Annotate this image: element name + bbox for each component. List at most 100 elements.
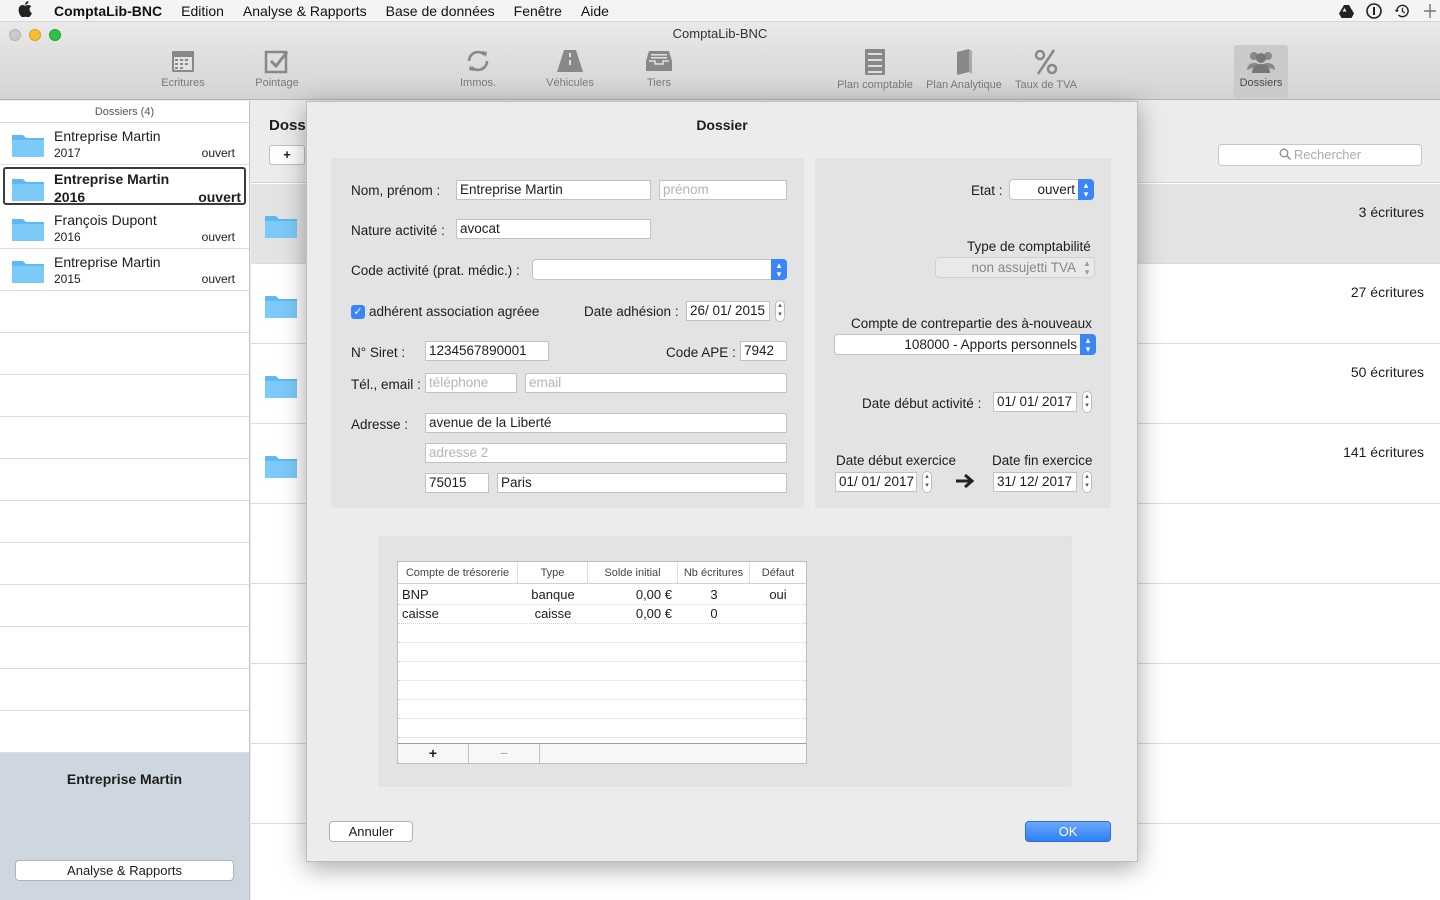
table-header[interactable]: Nb écritures — [678, 562, 750, 584]
menu-app-name[interactable]: ComptaLib-BNC — [54, 3, 162, 19]
cancel-button[interactable]: Annuler — [329, 821, 413, 842]
email-field[interactable]: email — [525, 373, 787, 393]
telephone-field[interactable]: téléphone — [425, 373, 517, 393]
menu-edition[interactable]: Edition — [181, 3, 224, 19]
status-icons — [1338, 0, 1440, 22]
date-adhesion-field[interactable]: 26/ 01/ 2015 — [686, 301, 770, 321]
adresse-label: Adresse : — [351, 417, 409, 432]
selected-dossier-name: Entreprise Martin — [66, 771, 183, 787]
sidebar-item-year: 2016 — [54, 230, 81, 244]
sidebar-detail-panel: Entreprise Martin Analyse & Rapports — [0, 753, 249, 900]
inbox-icon — [646, 51, 672, 71]
toolbar-plan-comptable-label: Plan comptable — [837, 79, 913, 91]
table-cell: 0,00 € — [635, 587, 672, 602]
date-debut-activite-stepper[interactable]: ▴ ▾ — [1082, 391, 1092, 413]
toolbar-tiers[interactable]: Tiers — [636, 48, 682, 96]
toolbar-immos[interactable]: Immos. — [452, 48, 504, 96]
adherent-checkbox[interactable]: ✓ — [351, 305, 365, 319]
date-debut-exercice-stepper[interactable]: ▴ ▾ — [922, 471, 932, 493]
sidebar-empty-row — [0, 669, 249, 711]
toolbar-plan-analytique[interactable]: Plan Analytique — [922, 48, 1006, 96]
table-header[interactable]: Solde initial — [588, 562, 678, 584]
sidebar-empty-row — [0, 543, 249, 585]
adresse1-field[interactable]: avenue de la Liberté — [425, 413, 787, 433]
date-fin-exercice-label: Date fin exercice — [992, 453, 1093, 468]
ecritures-count: 27 écritures — [1350, 284, 1424, 300]
siret-field[interactable]: 1234567890001 — [425, 341, 549, 361]
table-header[interactable]: Type — [518, 562, 588, 584]
time-machine-icon[interactable] — [1394, 3, 1410, 19]
type-comptabilite-label: Type de comptabilité — [967, 239, 1091, 254]
menu-analyse-rapports[interactable]: Analyse & Rapports — [243, 3, 367, 19]
folder-icon — [265, 216, 297, 238]
table-gridline — [398, 699, 806, 700]
date-fin-exercice-field[interactable]: 31/ 12/ 2017 — [993, 472, 1077, 492]
toolbar-taux-tva[interactable]: Taux de TVA — [1011, 48, 1081, 96]
table-header[interactable]: Compte de trésorerie — [398, 562, 518, 584]
apple-icon[interactable] — [18, 0, 40, 21]
toolbar-plan-comptable[interactable]: Plan comptable — [833, 48, 917, 96]
chevron-updown-icon: ▴ ▾ — [1080, 334, 1096, 355]
date-adhesion-label: Date adhésion : — [584, 304, 679, 319]
table-gridline — [398, 623, 806, 624]
date-fin-exercice-stepper[interactable]: ▴ ▾ — [1082, 471, 1092, 493]
password-manager-icon[interactable] — [1366, 3, 1382, 19]
code-activite-select[interactable]: ▴ ▾ — [532, 259, 787, 280]
nature-activite-field[interactable]: avocat — [456, 219, 651, 239]
search-field[interactable]: Rechercher — [1218, 144, 1422, 166]
toolbar-vehicules[interactable]: Véhicules — [540, 48, 600, 96]
code-postal-field[interactable]: 75015 — [425, 473, 489, 493]
toolbar-pointage[interactable]: Pointage — [251, 48, 303, 96]
sidebar-item-dossier-selected[interactable]: Entreprise Martin 2016 ouvert — [3, 167, 246, 205]
table-cell: 0,00 € — [635, 606, 672, 621]
folder-icon — [265, 376, 297, 398]
date-debut-exercice-field[interactable]: 01/ 01/ 2017 — [835, 472, 917, 492]
analyse-rapports-button[interactable]: Analyse & Rapports — [15, 860, 234, 881]
code-ape-label: Code APE : — [666, 345, 736, 360]
type-comptabilite-value: non assujetti TVA — [971, 260, 1076, 275]
date-adhesion-stepper[interactable]: ▴ ▾ — [775, 300, 785, 322]
nom-field[interactable]: Entreprise Martin — [456, 180, 651, 200]
sidebar-item-dossier[interactable]: Entreprise Martin 2015 ouvert — [0, 249, 249, 291]
sidebar-item-status: ouvert — [201, 230, 235, 244]
tresorerie-table: Compte de trésorerie Type Solde initial … — [397, 561, 807, 764]
drive-icon[interactable] — [1338, 3, 1354, 19]
ville-field[interactable]: Paris — [497, 473, 787, 493]
ok-button[interactable]: OK — [1025, 821, 1111, 842]
sidebar-item-name: François Dupont — [54, 212, 157, 228]
sidebar-header: Dossiers (4) — [0, 101, 249, 123]
toolbar-dossiers[interactable]: Dossiers — [1234, 45, 1288, 98]
etat-select[interactable]: ouvert ▴ ▾ — [1009, 179, 1094, 200]
adresse2-field[interactable]: adresse 2 — [425, 443, 787, 463]
menu-fenetre[interactable]: Fenêtre — [514, 3, 562, 19]
add-dossier-button[interactable]: + — [269, 145, 305, 165]
type-comptabilite-select[interactable]: non assujetti TVA ▴ ▾ — [935, 257, 1095, 278]
sidebar-item-dossier[interactable]: Entreprise Martin 2017 ouvert — [0, 123, 249, 165]
window-toolbar: ComptaLib-BNC Ecritures Pointage Immos. … — [0, 22, 1440, 100]
remove-compte-button[interactable]: − — [469, 744, 540, 763]
adherent-label: adhérent association agréee — [369, 304, 540, 319]
code-ape-field[interactable]: 7942 — [740, 341, 787, 361]
menu-aide[interactable]: Aide — [581, 3, 609, 19]
folder-icon — [265, 296, 297, 318]
sidebar-item-year: 2015 — [54, 272, 81, 286]
nom-label: Nom, prénom : — [351, 183, 441, 198]
date-debut-activite-field[interactable]: 01/ 01/ 2017 — [993, 392, 1077, 412]
ecritures-count: 3 écritures — [1358, 204, 1424, 220]
sidebar-item-dossier[interactable]: François Dupont 2016 ouvert — [0, 207, 249, 249]
toolbar-ecritures-label: Ecritures — [161, 77, 205, 89]
chevron-updown-icon: ▴ ▾ — [771, 259, 787, 280]
contrepartie-select[interactable]: 108000 - Apports personnels ▴ ▾ — [834, 334, 1096, 355]
add-compte-button[interactable]: + — [398, 744, 469, 763]
drag-handle-icon[interactable] — [1422, 3, 1438, 19]
toolbar-vehicules-label: Véhicules — [546, 77, 594, 89]
prenom-field[interactable]: prénom — [659, 180, 787, 200]
table-header[interactable]: Défaut — [750, 562, 806, 584]
toolbar-ecritures[interactable]: Ecritures — [154, 48, 212, 96]
menu-base-de-donnees[interactable]: Base de données — [386, 3, 495, 19]
sidebar-item-year: 2016 — [54, 189, 86, 205]
sidebar-empty-row — [0, 501, 249, 543]
menu-bar: ComptaLib-BNC Edition Analyse & Rapports… — [0, 0, 1440, 22]
toolbar-immos-label: Immos. — [459, 77, 497, 89]
tel-email-label: Tél., email : — [351, 377, 421, 392]
